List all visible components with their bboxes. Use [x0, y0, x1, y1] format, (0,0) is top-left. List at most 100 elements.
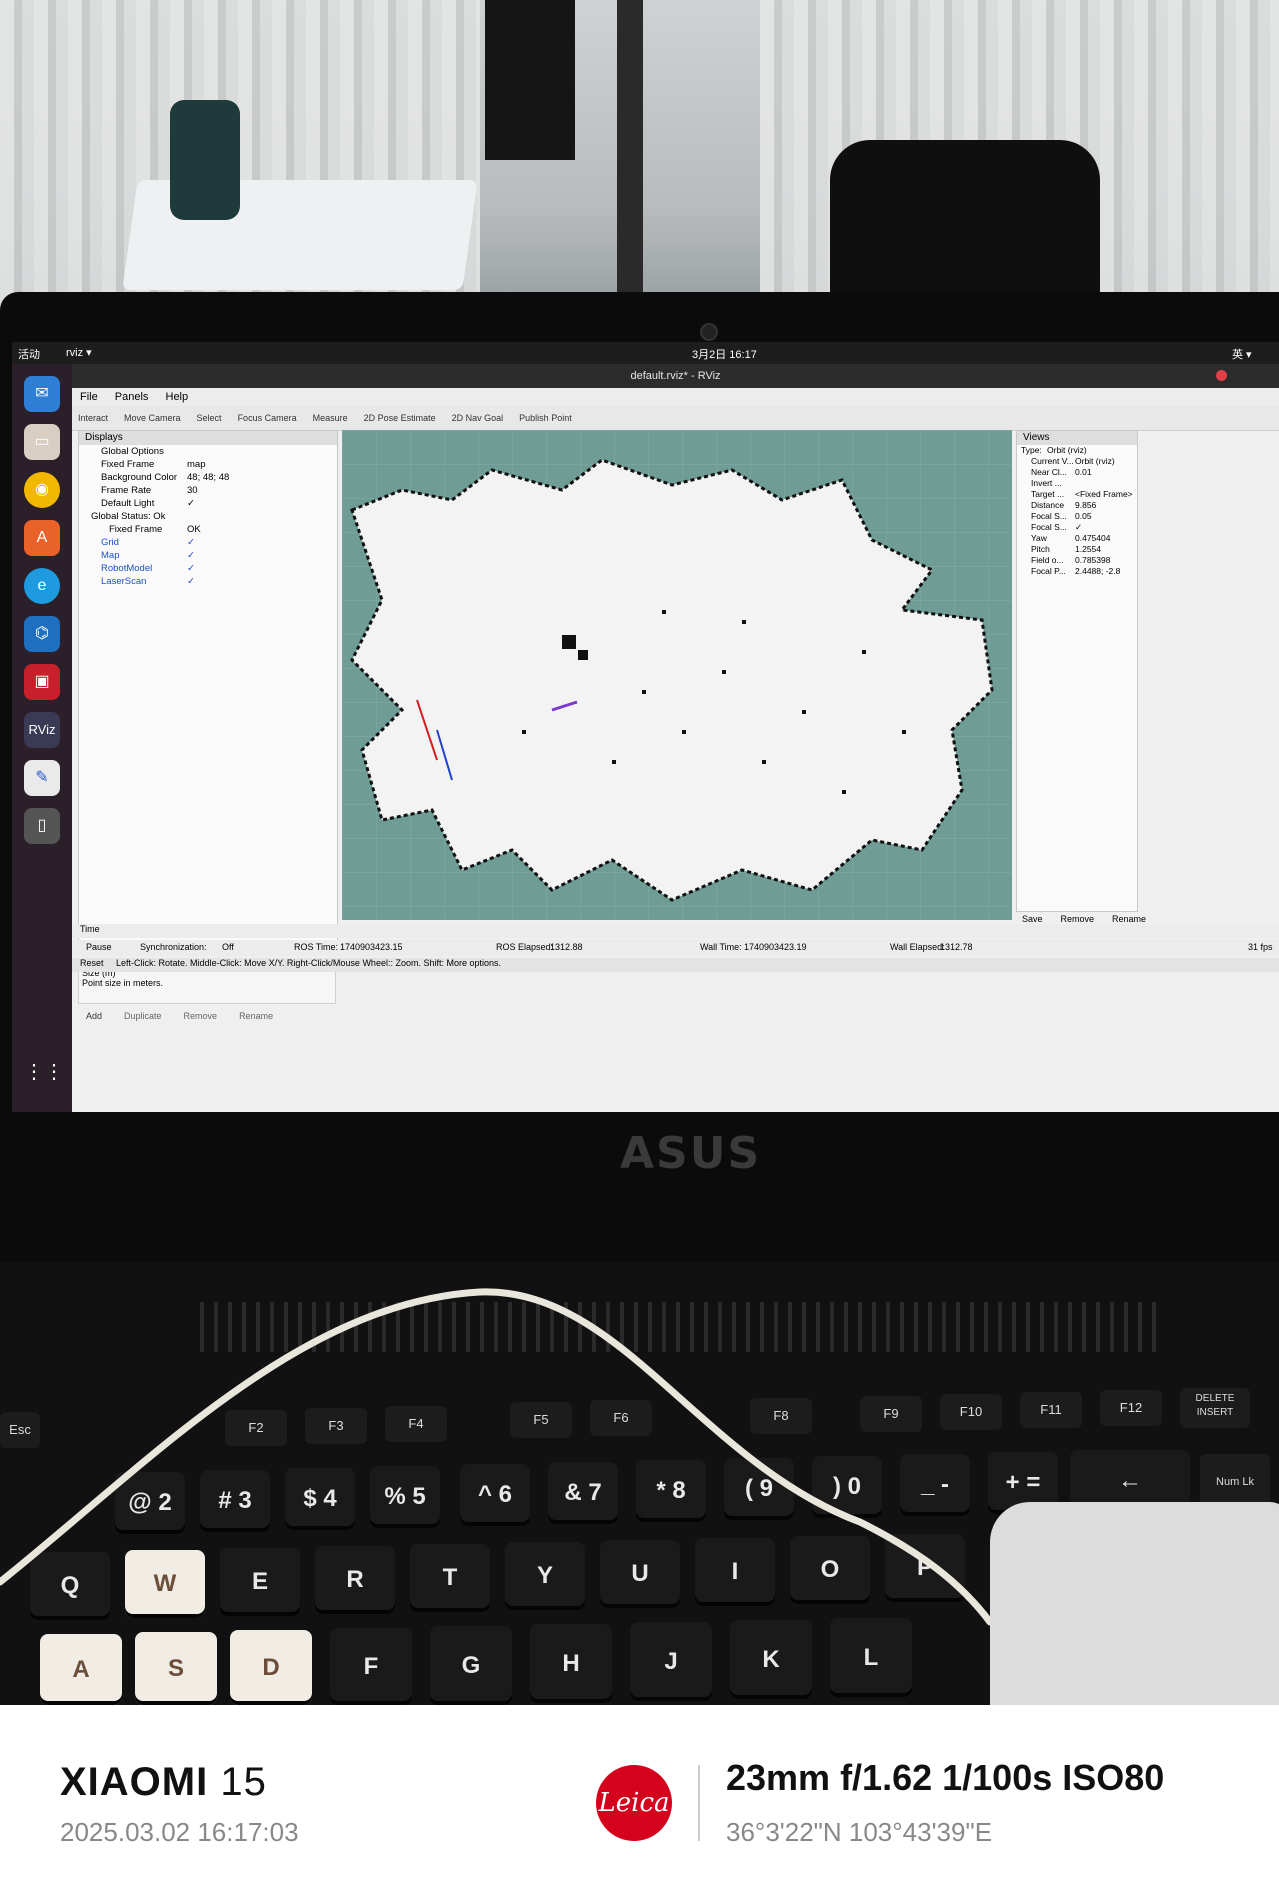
menu-help[interactable]: Help: [166, 391, 189, 403]
display-robotmodel-checkbox[interactable]: ✓: [187, 562, 195, 575]
view-prop-row[interactable]: Yaw 0.475404: [1017, 533, 1137, 544]
sync-select[interactable]: Off: [222, 942, 234, 952]
text-editor-icon[interactable]: ✎: [24, 760, 60, 796]
view-prop-row[interactable]: Focal S... 0.05: [1017, 511, 1137, 522]
display-laserscan-checkbox[interactable]: ✓: [187, 575, 195, 588]
monitor-stand: [617, 0, 643, 310]
view-prop-value[interactable]: 0.01: [1075, 467, 1092, 478]
ros-elapsed-field[interactable]: 1312.88: [550, 942, 583, 952]
fixed-frame-value[interactable]: map: [187, 458, 205, 471]
webcam: [700, 323, 718, 341]
rviz-titlebar: default.rviz* - RViz: [72, 364, 1279, 388]
close-icon[interactable]: [1216, 370, 1227, 381]
menu-panels[interactable]: Panels: [115, 391, 149, 403]
vscode-icon[interactable]: ⌬: [24, 616, 60, 652]
view-prop-value[interactable]: <Fixed Frame>: [1075, 489, 1133, 500]
bg-color-value[interactable]: 48; 48; 48: [187, 471, 229, 484]
3d-viewport[interactable]: [342, 430, 1012, 920]
fixed-frame-row[interactable]: Fixed Frame map: [79, 458, 337, 471]
menu-file[interactable]: File: [80, 391, 98, 403]
save-view-button[interactable]: Save: [1022, 914, 1043, 924]
view-prop-row[interactable]: Distance 9.856: [1017, 500, 1137, 511]
remove-view-button[interactable]: Remove: [1061, 914, 1095, 924]
view-prop-value[interactable]: 0.05: [1075, 511, 1092, 522]
camera-watermark: XIAOMI 15 2025.03.02 16:17:03 Leica 23mm…: [0, 1705, 1279, 1902]
status-fixed-frame-label: Fixed Frame: [109, 524, 163, 535]
view-prop-label: Pitch: [1031, 544, 1050, 554]
files-icon[interactable]: ▭: [24, 424, 60, 460]
wall-time-field[interactable]: 1740903423.19: [744, 942, 807, 952]
add-display-button[interactable]: Add: [78, 1009, 110, 1027]
app-grid-icon[interactable]: ⋮⋮⋮: [24, 1054, 84, 1090]
frame-rate-value[interactable]: 30: [187, 484, 198, 497]
display-map-checkbox[interactable]: ✓: [187, 549, 195, 562]
tool-move-camera[interactable]: Move Camera: [124, 413, 181, 423]
view-prop-value[interactable]: ✓: [1075, 522, 1082, 533]
global-options-row[interactable]: Global Options: [79, 445, 337, 458]
app-menu[interactable]: rviz ▾: [66, 346, 92, 359]
rename-view-button[interactable]: Rename: [1112, 914, 1146, 924]
view-prop-row[interactable]: Near Cl... 0.01: [1017, 467, 1137, 478]
display-grid-row[interactable]: Grid ✓: [79, 536, 337, 549]
fps-counter: 31 fps: [1248, 942, 1273, 952]
edge-dev-icon[interactable]: e: [24, 568, 60, 604]
activities-button[interactable]: 活动: [18, 346, 40, 362]
gps-coordinates: 36°3'22"N 103°43'39"E: [726, 1817, 993, 1847]
global-status-row[interactable]: Global Status: Ok: [79, 510, 337, 523]
app-center-icon[interactable]: A: [24, 520, 60, 556]
view-prop-label: Current V...: [1031, 456, 1074, 466]
wall-elapsed-field[interactable]: 1312.78: [940, 942, 973, 952]
view-prop-row[interactable]: Field o... 0.785398: [1017, 555, 1137, 566]
tool-focus-camera[interactable]: Focus Camera: [238, 413, 297, 423]
view-prop-row[interactable]: Invert ...: [1017, 478, 1137, 489]
remove-display-button[interactable]: Remove: [176, 1009, 226, 1027]
tool-select[interactable]: Select: [197, 413, 222, 423]
ros-time-field[interactable]: 1740903423.15: [340, 942, 403, 952]
view-prop-label: Invert ...: [1031, 478, 1062, 488]
display-robotmodel-row[interactable]: RobotModel ✓: [79, 562, 337, 575]
usb-drive-icon[interactable]: ▯: [24, 808, 60, 844]
view-type-select[interactable]: Orbit (rviz): [1047, 445, 1087, 456]
view-prop-value[interactable]: 9.856: [1075, 500, 1096, 511]
rviz-icon[interactable]: RViz: [24, 712, 60, 748]
window-title: default.rviz* - RViz: [630, 370, 721, 382]
default-light-row[interactable]: Default Light ✓: [79, 497, 337, 510]
tool-interact[interactable]: Interact: [78, 413, 108, 423]
view-prop-label: Focal P...: [1031, 566, 1066, 576]
frame-rate-label: Frame Rate: [101, 485, 152, 496]
view-prop-row[interactable]: Focal P... 2.4488; -2.8: [1017, 566, 1137, 577]
view-type-row[interactable]: Type: Orbit (rviz): [1017, 445, 1137, 456]
view-prop-row[interactable]: Target ... <Fixed Frame>: [1017, 489, 1137, 500]
view-prop-value[interactable]: 2.4488; -2.8: [1075, 566, 1120, 577]
clock[interactable]: 3月2日 16:17: [692, 346, 757, 362]
view-prop-value[interactable]: 1.2554: [1075, 544, 1101, 555]
view-prop-row[interactable]: Focal S... ✓: [1017, 522, 1137, 533]
rhythmbox-icon[interactable]: ◉: [24, 472, 60, 508]
default-light-checkbox[interactable]: ✓: [187, 497, 195, 510]
thunderbird-icon[interactable]: ✉: [24, 376, 60, 412]
pause-button[interactable]: Pause: [86, 942, 112, 952]
tool-publish-point[interactable]: Publish Point: [519, 413, 572, 423]
views-header: Views: [1017, 431, 1137, 445]
presentation-icon[interactable]: ▣: [24, 664, 60, 700]
status-bar: Reset Left-Click: Rotate. Middle-Click: …: [72, 958, 1279, 972]
view-prop-row[interactable]: Pitch 1.2554: [1017, 544, 1137, 555]
brand-name: XIAOMI: [60, 1760, 209, 1804]
status-fixed-frame-row[interactable]: Fixed Frame OK: [79, 523, 337, 536]
reset-button[interactable]: Reset: [80, 958, 104, 968]
display-grid-checkbox[interactable]: ✓: [187, 536, 195, 549]
display-map-row[interactable]: Map ✓: [79, 549, 337, 562]
duplicate-display-button[interactable]: Duplicate: [116, 1009, 170, 1027]
bg-color-row[interactable]: Background Color 48; 48; 48: [79, 471, 337, 484]
tool-2d-nav-goal[interactable]: 2D Nav Goal: [452, 413, 504, 423]
view-prop-value[interactable]: 0.475404: [1075, 533, 1110, 544]
view-prop-row[interactable]: Current V... Orbit (rviz): [1017, 456, 1137, 467]
display-laserscan-row[interactable]: LaserScan ✓: [79, 575, 337, 588]
view-prop-value[interactable]: Orbit (rviz): [1075, 456, 1115, 467]
tool-measure[interactable]: Measure: [313, 413, 348, 423]
tool-2d-pose-estimate[interactable]: 2D Pose Estimate: [364, 413, 436, 423]
view-prop-value[interactable]: 0.785398: [1075, 555, 1110, 566]
rename-display-button[interactable]: Rename: [231, 1009, 281, 1027]
input-method[interactable]: 英 ▾: [1232, 346, 1252, 362]
frame-rate-row[interactable]: Frame Rate 30: [79, 484, 337, 497]
